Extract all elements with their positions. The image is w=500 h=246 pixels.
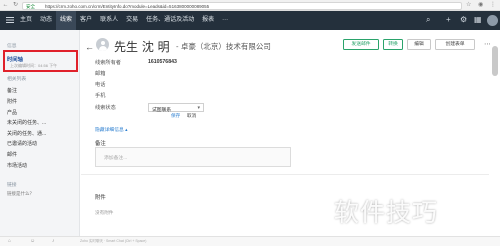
sidebar-item-emails[interactable]: 邮件 [7, 151, 17, 158]
notes-placeholder: 添加备注... [104, 156, 128, 161]
tab-activities[interactable]: 任务、通话及活动 [142, 11, 198, 30]
divider [81, 174, 489, 175]
sidebar-item-timeline[interactable]: 时间轴 [7, 55, 23, 63]
convert-button[interactable]: 转换 [383, 39, 403, 50]
avatar[interactable] [487, 15, 498, 26]
tab-reports[interactable]: 报表 [198, 11, 218, 30]
search-icon[interactable]: ⌕ [426, 15, 430, 25]
more-options-icon[interactable]: ⋯ [484, 40, 491, 48]
sidebar-links-help[interactable]: 链接是什么？ [7, 191, 34, 197]
notes-input[interactable]: 添加备注... [95, 147, 291, 167]
lead-status-select[interactable]: 试图联系 ▾ [148, 103, 204, 113]
field-label-mobile: 手机 [95, 93, 106, 99]
sidebar-item-closed-activities[interactable]: 关闭的任务、通... [7, 130, 46, 137]
lead-status-value: 试图联系 [152, 107, 172, 113]
tab-more[interactable]: ··· [218, 11, 232, 30]
tab-contacts[interactable]: 联系人 [96, 11, 122, 30]
field-label-owner: 线索所有者 [95, 60, 121, 66]
record-company: - 卓豪（北京）技术有限公司 [176, 42, 271, 51]
field-label-phone: 电话 [95, 82, 106, 88]
attachments-empty: 没有附件 [95, 210, 114, 215]
sidebar-item-products[interactable]: 产品 [7, 109, 17, 116]
secure-label: 安全 [26, 3, 35, 9]
sidebar-item-open-activities[interactable]: 未关闭的任务、... [7, 119, 46, 126]
notification-icon[interactable]: ♪ [52, 238, 55, 244]
sidebar-item-campaigns[interactable]: 市场活动 [7, 162, 27, 169]
browser-address-bar: ← ↻ 安全 https://crm.zoho.com.cn/crm/Entit… [0, 0, 500, 11]
url-text: https://crm.zoho.com.cn/crm/EntityInfo.d… [45, 3, 210, 9]
star-icon[interactable]: ☆ [466, 2, 471, 9]
sidebar-item-invited-events[interactable]: 已邀请的活动 [7, 140, 37, 147]
back-icon[interactable]: ← [85, 42, 94, 52]
attachments-title: 附件 [95, 195, 106, 201]
sidebar-section-info: 信息 [7, 44, 17, 49]
status-bar: ⌂ ☺ ♪ Zoho 实时聊天 · Smart Chat (Ctrl + Spa… [0, 236, 500, 246]
timeline-last-edited: 上次编辑时间：04:56 下午 [10, 63, 58, 68]
gear-icon[interactable]: ⚙ [460, 15, 467, 25]
reload-icon[interactable]: ↻ [12, 2, 19, 9]
add-icon[interactable]: + [446, 15, 451, 25]
extension-icon[interactable]: ◉ [478, 2, 483, 9]
hide-details-link[interactable]: 隐藏详细信息 ▴ [95, 126, 128, 133]
menu-icon[interactable]: ⋮ [490, 2, 496, 9]
menu-icon[interactable] [6, 16, 14, 24]
tab-leads[interactable]: 线索 [56, 11, 77, 30]
contact-avatar-icon [96, 38, 109, 51]
watermark-text: 软件技巧 [334, 198, 439, 227]
field-label-email: 邮箱 [95, 71, 106, 77]
record-name: 先生 沈 明 [114, 40, 170, 54]
top-navigation: 主页 动态 线索 客户 联系人 交易 任务、通话及活动 报表 ··· ⌕ + ⚙… [0, 11, 500, 30]
field-value-owner[interactable]: 1610576843 [148, 59, 177, 65]
sidebar-item-attachments[interactable]: 附件 [7, 98, 17, 105]
send-email-button[interactable]: 发送邮件 [343, 39, 379, 50]
edit-button[interactable]: 编辑 [407, 39, 431, 50]
sidebar-item-notes[interactable]: 备注 [7, 87, 17, 94]
sidebar-section-related: 相关列表 [7, 77, 27, 82]
field-label-lead-status: 线索状态 [95, 105, 116, 111]
chat-icon[interactable]: ⌂ [8, 238, 11, 244]
save-link[interactable]: 保存 [171, 113, 180, 119]
url-field[interactable]: 安全 https://crm.zoho.com.cn/crm/EntityInf… [22, 1, 462, 10]
sidebar-section-links: 链接 [7, 183, 17, 188]
cancel-link[interactable]: 取消 [187, 113, 196, 119]
status-text: Zoho 实时聊天 · Smart Chat (Ctrl + Space) [80, 239, 147, 243]
hide-details-label: 隐藏详细信息 [95, 128, 124, 133]
notes-title: 备注 [95, 141, 106, 147]
apps-icon[interactable]: ▦ [474, 15, 482, 25]
contacts-icon[interactable]: ☺ [30, 238, 35, 244]
tab-deals[interactable]: 交易 [122, 11, 142, 30]
chevron-down-icon: ▾ [197, 105, 200, 111]
back-arrow-icon[interactable]: ← [2, 2, 9, 9]
tab-home[interactable]: 主页 [16, 11, 36, 30]
tab-feeds[interactable]: 动态 [36, 11, 56, 30]
module-tabs: 主页 动态 线索 客户 联系人 交易 任务、通话及活动 报表 ··· [16, 11, 232, 30]
scrollbar[interactable] [492, 46, 498, 76]
tab-accounts[interactable]: 客户 [76, 11, 96, 30]
create-form-button[interactable]: 创建表单 [435, 39, 475, 50]
